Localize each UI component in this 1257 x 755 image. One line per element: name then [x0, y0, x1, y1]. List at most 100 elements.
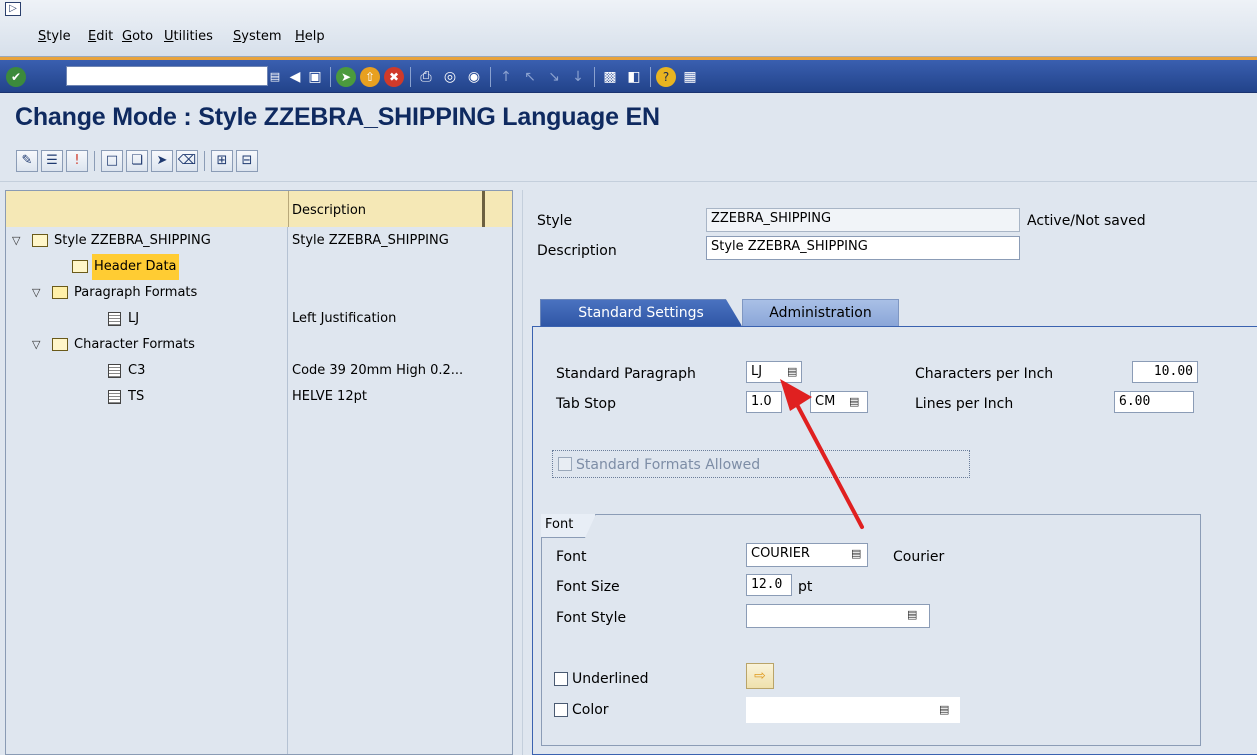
command-field[interactable]: [66, 66, 268, 86]
value-help-icon[interactable]: ▤: [939, 700, 949, 720]
expand-triangle-icon[interactable]: ▽: [32, 280, 40, 306]
cpi-label: Characters per Inch: [915, 366, 1054, 382]
font-label: Font: [556, 549, 587, 565]
font-style-field[interactable]: ▤: [746, 604, 930, 628]
toolbar-separator: [94, 151, 95, 171]
font-description: Courier: [893, 549, 945, 565]
help-icon[interactable]: ?: [656, 67, 676, 87]
document-icon: [108, 312, 121, 326]
menu-system[interactable]: System: [233, 29, 282, 45]
tab-administration[interactable]: Administration: [742, 299, 899, 326]
expand-triangle-icon[interactable]: ▽: [32, 332, 40, 358]
tree-row[interactable]: TS HELVE 12pt: [6, 384, 512, 410]
command-dropdown-icon[interactable]: ▤: [268, 67, 282, 87]
tab-standard-settings[interactable]: Standard Settings: [540, 299, 742, 326]
application-toolbar: ✎ ☰ ! □ ❏ ➤ ⌫ ⊞ ⊟: [0, 142, 1257, 182]
font-size-unit: pt: [798, 579, 813, 595]
lpi-label: Lines per Inch: [915, 396, 1014, 412]
back-icon[interactable]: ➤: [336, 67, 356, 87]
tree-row[interactable]: C3 Code 39 20mm High 0.2...: [6, 358, 512, 384]
toolbar-separator: [650, 67, 651, 87]
cancel-icon[interactable]: ✖: [384, 67, 404, 87]
menu-style[interactable]: Style: [38, 29, 71, 45]
collapse-all-icon[interactable]: ⊟: [236, 150, 258, 172]
tree-row[interactable]: ▽ Character Formats: [6, 332, 512, 358]
last-page-icon[interactable]: ↓: [568, 67, 588, 87]
folder-icon: [32, 234, 48, 247]
standard-paragraph-label: Standard Paragraph: [556, 366, 696, 382]
system-menu-icon[interactable]: ▷: [5, 2, 21, 16]
expand-triangle-icon[interactable]: ▽: [12, 228, 20, 254]
description-label: Description: [537, 243, 617, 259]
toolbar-separator: [594, 67, 595, 87]
standard-formats-label: Standard Formats Allowed: [576, 457, 761, 473]
font-field[interactable]: COURIER ▤: [746, 543, 868, 567]
create-icon[interactable]: □: [101, 150, 123, 172]
tree-item-label: C3: [128, 363, 146, 378]
menu-utilities[interactable]: Utilities: [164, 29, 213, 45]
first-page-icon[interactable]: ↑: [496, 67, 516, 87]
lpi-field[interactable]: 6.00: [1114, 391, 1194, 413]
column-resizer[interactable]: [482, 191, 485, 227]
arrow-right-icon[interactable]: ⇨: [746, 663, 774, 689]
toolbar-separator: [490, 67, 491, 87]
tree-item-description: HELVE 12pt: [292, 389, 367, 404]
status-text: Active/Not saved: [1027, 213, 1146, 229]
rename-icon[interactable]: ➤: [151, 150, 173, 172]
next-page-icon[interactable]: ↘: [544, 67, 564, 87]
open-folder-icon: [52, 286, 68, 299]
value-help-icon[interactable]: ▤: [907, 605, 917, 625]
standard-paragraph-value: LJ: [751, 364, 763, 379]
tree-row[interactable]: ▽ Paragraph Formats: [6, 280, 512, 306]
value-help-icon[interactable]: ▤: [851, 544, 861, 564]
menu-edit[interactable]: Edit: [88, 29, 113, 45]
page-title: Change Mode : Style ZZEBRA_SHIPPING Lang…: [15, 103, 660, 131]
tree-item-description: Left Justification: [292, 311, 397, 326]
style-tree: Description ▽ Style ZZEBRA_SHIPPING Styl…: [5, 190, 513, 755]
enter-icon[interactable]: ✔: [6, 67, 26, 87]
tree-item-label: Header Data: [92, 254, 179, 280]
font-size-field[interactable]: 12.0: [746, 574, 792, 596]
expand-icon[interactable]: ⊞: [211, 150, 233, 172]
copy-icon[interactable]: ❏: [126, 150, 148, 172]
customize-layout-icon[interactable]: ▦: [680, 67, 700, 87]
toolbar-separator: [330, 67, 331, 87]
print-icon[interactable]: ⎙: [416, 67, 436, 87]
standard-formats-checkbox: [558, 457, 572, 471]
folder-icon: [52, 338, 68, 351]
underlined-checkbox[interactable]: [554, 672, 568, 686]
tree-item-description: Code 39 20mm High 0.2...: [292, 363, 464, 378]
display-change-icon[interactable]: ✎: [16, 150, 38, 172]
folder-icon: [72, 260, 88, 273]
menu-help[interactable]: Help: [295, 29, 325, 45]
shortcut-icon[interactable]: ◧: [624, 67, 644, 87]
activate-icon[interactable]: !: [66, 150, 88, 172]
tree-row[interactable]: LJ Left Justification: [6, 306, 512, 332]
delete-icon[interactable]: ⌫: [176, 150, 198, 172]
tree-header: Description: [6, 191, 512, 227]
color-checkbox[interactable]: [554, 703, 568, 717]
tree-header-description[interactable]: Description: [288, 191, 482, 227]
previous-page-icon[interactable]: ↖: [520, 67, 540, 87]
color-label: Color: [572, 702, 609, 718]
find-icon[interactable]: ◎: [440, 67, 460, 87]
collapse-icon[interactable]: ◀: [285, 67, 305, 87]
tab-stop-label: Tab Stop: [556, 396, 616, 412]
find-next-icon[interactable]: ◉: [464, 67, 484, 87]
tree-item-label: TS: [128, 389, 145, 404]
new-session-icon[interactable]: ▩: [600, 67, 620, 87]
other-object-icon[interactable]: ☰: [41, 150, 63, 172]
save-icon[interactable]: ▣: [305, 67, 325, 87]
tree-row[interactable]: Header Data: [6, 254, 512, 280]
exit-icon[interactable]: ⇧: [360, 67, 380, 87]
tree-row[interactable]: ▽ Style ZZEBRA_SHIPPING Style ZZEBRA_SHI…: [6, 228, 512, 254]
font-value: COURIER: [751, 546, 810, 561]
font-style-label: Font Style: [556, 610, 627, 626]
cpi-field[interactable]: 10.00: [1132, 361, 1198, 383]
tree-item-label: LJ: [128, 311, 140, 326]
tree-item-label: Character Formats: [74, 337, 195, 352]
menu-goto[interactable]: Goto: [122, 29, 153, 45]
underlined-label: Underlined: [572, 671, 649, 687]
color-field[interactable]: ▤: [746, 697, 960, 723]
description-field[interactable]: Style ZZEBRA_SHIPPING: [706, 236, 1020, 260]
